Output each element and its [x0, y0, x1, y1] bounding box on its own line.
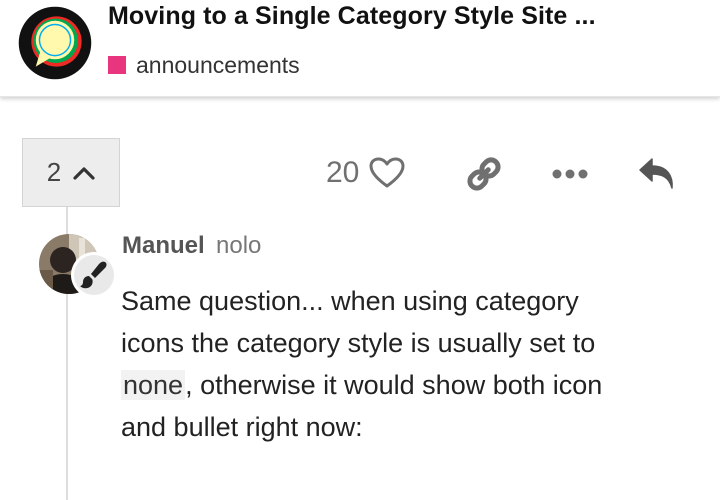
inline-code: none [121, 370, 186, 400]
paintbrush-icon [71, 252, 117, 298]
more-actions-button[interactable] [548, 152, 592, 196]
category-badge[interactable]: announcements [108, 50, 300, 80]
post-user-title[interactable]: nolo [216, 232, 261, 260]
reply-button[interactable] [634, 152, 680, 196]
like-count: 20 [326, 156, 360, 189]
reply-count: 2 [46, 157, 62, 187]
post-username[interactable]: Manuel [122, 232, 205, 260]
post-text-before: Same question... when using category ico… [121, 286, 596, 358]
topic-page: Moving to a Single Category Style Site .… [0, 0, 720, 500]
heart-icon [369, 157, 405, 188]
reply-icon [639, 158, 673, 189]
discourse-logo-icon[interactable] [18, 6, 92, 80]
topic-header: Moving to a Single Category Style Site .… [0, 0, 720, 97]
post-body: Same question... when using category ico… [121, 280, 621, 448]
link-icon [467, 157, 501, 191]
category-name: announcements [136, 51, 300, 78]
copy-link-button[interactable] [462, 152, 506, 196]
ellipsis-icon [552, 169, 588, 179]
chevron-up-icon [73, 166, 95, 180]
post-text-after: , otherwise it would show both icon and … [121, 370, 603, 442]
like-button[interactable]: 20 [326, 150, 405, 196]
category-color-square [108, 56, 126, 74]
show-replies-button[interactable]: 2 [22, 138, 120, 207]
topic-title[interactable]: Moving to a Single Category Style Site .… [108, 2, 596, 31]
